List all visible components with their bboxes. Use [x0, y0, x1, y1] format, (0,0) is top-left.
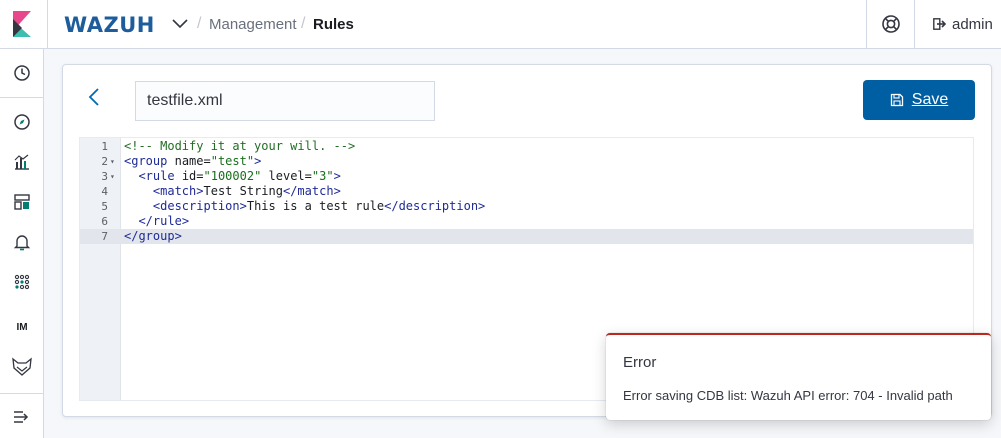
code-text: <group name="test">: [124, 154, 262, 168]
chevron-left-icon: [88, 88, 99, 106]
kibana-logo[interactable]: [0, 0, 48, 48]
save-button-label: Save: [911, 91, 949, 108]
code-text: <rule id="100002" level="3">: [138, 169, 341, 183]
breadcrumb-rules: Rules: [313, 16, 354, 33]
line-number: 2: [101, 155, 108, 168]
code-text: </group>: [124, 229, 182, 243]
compass-icon: [14, 114, 30, 130]
toast-title: Error: [623, 354, 657, 371]
error-toast[interactable]: Error Error saving CDB list: Wazuh API e…: [606, 333, 991, 420]
line-number: 3: [101, 170, 108, 183]
nav-discover[interactable]: [0, 102, 44, 142]
back-button[interactable]: [85, 86, 105, 108]
help-lifebuoy-icon: [882, 15, 900, 33]
code-line-active: 7 </group>: [80, 229, 973, 244]
save-icon: [890, 93, 903, 107]
breadcrumb-separator: /: [301, 15, 306, 32]
nav-im[interactable]: IM: [0, 307, 44, 347]
line-number: 4: [101, 185, 108, 198]
nav-visualize[interactable]: [0, 142, 44, 182]
code-line: 1 <!-- Modify it at your will. -->: [80, 139, 973, 154]
nav-dashboard[interactable]: [0, 182, 44, 222]
code-line: 2 ▾ <group name="test">: [80, 154, 973, 169]
code-line: 6 </rule>: [80, 214, 973, 229]
line-number: 5: [101, 200, 108, 213]
im-badge: IM: [12, 317, 32, 337]
logout-icon: [933, 18, 946, 30]
collapse-icon: [14, 411, 29, 423]
nav-wazuh[interactable]: [0, 347, 44, 387]
nav-alerting[interactable]: [0, 222, 44, 262]
apps-icon: [14, 274, 30, 290]
breadcrumb-management[interactable]: Management: [209, 16, 297, 33]
chevron-down-icon[interactable]: [171, 14, 189, 32]
nav-collapse[interactable]: [0, 397, 44, 437]
code-line: 4 <match>Test String</match>: [80, 184, 973, 199]
code-line: 5 <description>This is a test rule</desc…: [80, 199, 973, 214]
line-number: 7: [101, 230, 108, 243]
nav-apps[interactable]: [0, 262, 44, 302]
top-header: WAZUH / Management / Rules admin: [0, 0, 1001, 49]
visualize-icon: [14, 154, 29, 170]
help-button[interactable]: [866, 0, 915, 48]
nav-recent[interactable]: [0, 53, 44, 93]
code-text: <match>Test String</match>: [152, 184, 341, 198]
breadcrumb-separator: /: [197, 15, 202, 32]
line-number: 6: [101, 215, 108, 228]
code-text: <description>This is a test rule</descri…: [152, 199, 486, 213]
save-button[interactable]: Save: [863, 80, 975, 120]
fold-marker[interactable]: ▾: [110, 154, 115, 169]
wazuh-icon: [12, 357, 32, 376]
code-text: <!-- Modify it at your will. -->: [124, 139, 356, 153]
toast-message: Error saving CDB list: Wazuh API error: …: [623, 388, 953, 403]
kibana-logo-icon: [13, 11, 31, 37]
user-menu[interactable]: admin: [933, 14, 993, 34]
side-navigation: IM: [0, 49, 44, 438]
code-line: 3 ▾ <rule id="100002" level="3">: [80, 169, 973, 184]
clock-icon: [14, 65, 30, 81]
fold-marker[interactable]: ▾: [110, 169, 115, 184]
code-text: </rule>: [138, 214, 190, 228]
dashboard-icon: [14, 194, 30, 210]
line-number: 1: [101, 140, 108, 153]
bell-icon: [13, 235, 31, 251]
username: admin: [952, 15, 993, 33]
wazuh-logo[interactable]: WAZUH: [64, 13, 155, 37]
file-name-field[interactable]: testfile.xml: [135, 81, 435, 121]
